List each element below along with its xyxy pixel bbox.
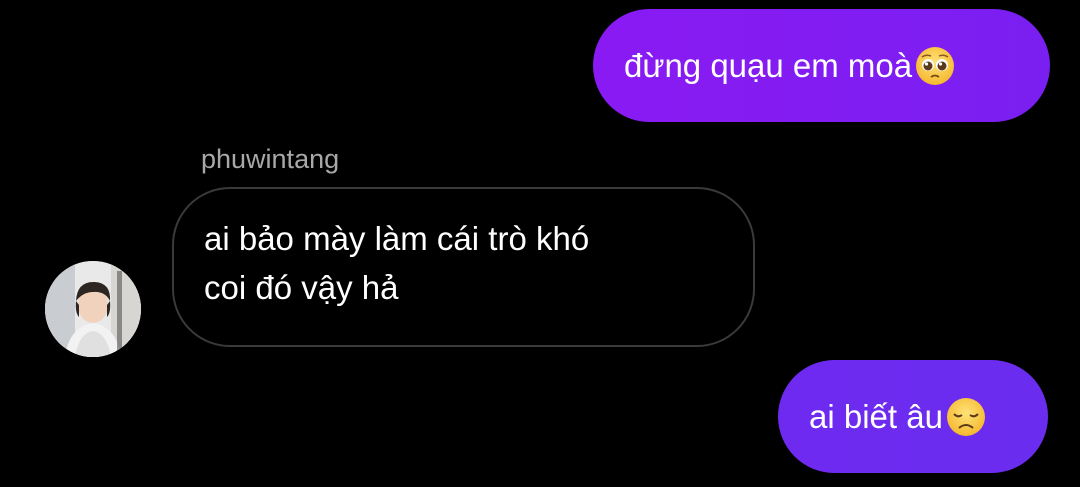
avatar-photo-icon [45, 261, 141, 357]
message-line: ai bảo mày làm cái trò khó [204, 220, 590, 257]
outgoing-message-bubble[interactable]: đừng quạu em moà [593, 9, 1050, 122]
message-line: coi đó vậy hả [204, 269, 399, 306]
outgoing-message-bubble[interactable]: ai biết âu [778, 360, 1048, 473]
incoming-message-bubble[interactable]: ai bảo mày làm cái trò khó coi đó vậy hả [172, 187, 755, 347]
sender-avatar[interactable] [45, 261, 141, 357]
message-text: đừng quạu em moà [624, 46, 913, 84]
chat-thread: đừng quạu em moà phuwintang ai bảo mày l… [0, 0, 1080, 487]
sender-username: phuwintang [201, 144, 340, 174]
pleading-face-emoji-icon [916, 46, 955, 85]
message-text: ai biết âu [809, 397, 943, 435]
disappointed-face-emoji-icon [946, 397, 985, 436]
